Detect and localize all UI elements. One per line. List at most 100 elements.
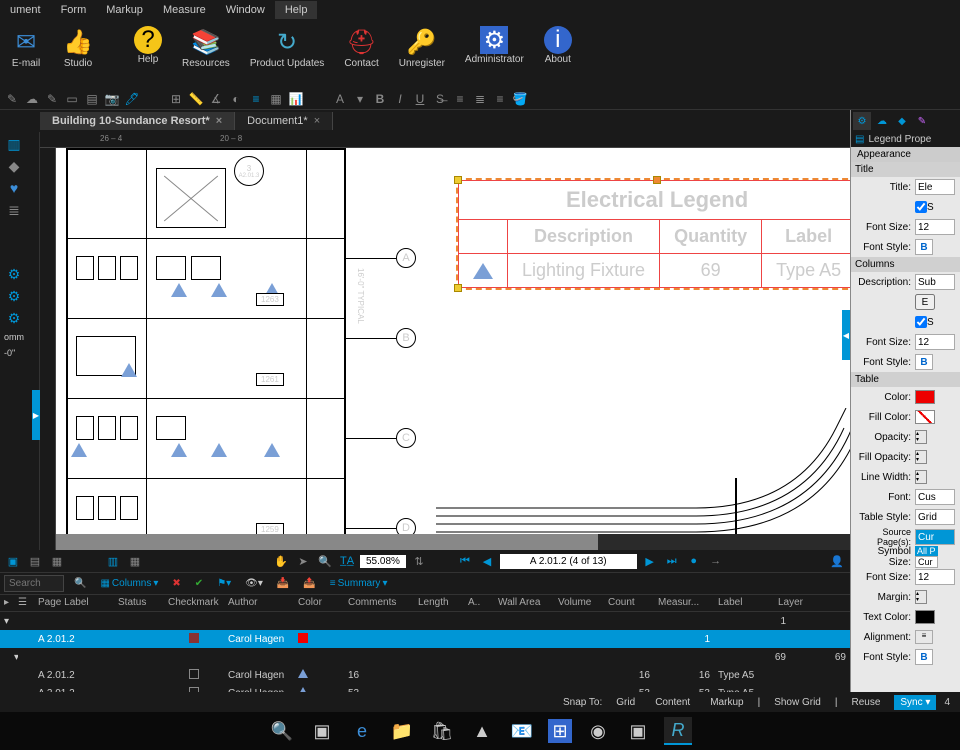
menu-measure[interactable]: Measure [153, 1, 216, 19]
pan-icon[interactable]: ✋ [272, 552, 290, 570]
user-icon[interactable]: 👤 [828, 552, 846, 570]
zoom-icon[interactable]: 🔍 [316, 552, 334, 570]
document-canvas[interactable]: 26 – 4 20 – 8 [40, 132, 960, 550]
checkbox-s2[interactable] [915, 314, 927, 330]
table-group-row[interactable]: ▾1 [0, 612, 960, 630]
ribbon-help[interactable]: ?Help [124, 24, 172, 67]
expand-handle[interactable]: ▶ [32, 390, 40, 440]
word-icon[interactable]: ⊞ [548, 719, 572, 743]
bold-button[interactable]: B [915, 649, 933, 665]
layer-icon[interactable]: ≣ [2, 200, 26, 220]
alignment-button[interactable]: ≡ [915, 630, 933, 644]
linewidth-stepper[interactable]: ▴▾ [915, 470, 927, 484]
tool-icon[interactable]: ▭ [64, 91, 80, 107]
thumbnail-icon[interactable]: ▥ [2, 134, 26, 154]
margin-stepper[interactable]: ▴▾ [915, 590, 927, 604]
next-view-icon[interactable]: → [707, 552, 725, 570]
snap-grid[interactable]: Grid [610, 695, 641, 710]
showgrid-button[interactable]: Show Grid [768, 695, 827, 710]
opacity-stepper[interactable]: ▴▾ [915, 430, 927, 444]
description-input[interactable] [915, 274, 955, 290]
zoom-value[interactable]: 55.08% [360, 555, 406, 568]
legend-table[interactable]: Electrical Legend Description Quantity L… [456, 178, 858, 290]
col-wallarea[interactable]: Wall Area [494, 595, 554, 611]
taskview-icon[interactable]: ▣ [308, 717, 336, 745]
menu-window[interactable]: Window [216, 1, 275, 19]
ribbon-resources[interactable]: 📚Resources [172, 24, 240, 71]
menu-markup[interactable]: Markup [96, 1, 153, 19]
ribbon-studio[interactable]: 👍Studio [52, 24, 104, 71]
tab-icon[interactable]: ▤ [26, 552, 44, 570]
zoom-stepper[interactable]: ⇅ [410, 552, 428, 570]
ribbon-admin[interactable]: ⚙Administrator [455, 24, 534, 67]
fontsize-input-2[interactable] [915, 334, 955, 350]
prev-view-icon[interactable]: ● [685, 552, 703, 570]
table-row[interactable]: A 2.01.2 Carol Hagen 1 [0, 630, 960, 648]
font-input[interactable] [915, 489, 955, 505]
col-color[interactable]: Color [294, 595, 344, 611]
horizontal-scrollbar[interactable] [56, 534, 960, 550]
prev-page-icon[interactable]: ◀ [478, 552, 496, 570]
tool-icon[interactable]: 📊 [288, 91, 304, 107]
columns-button[interactable]: ▦ Columns ▾ [96, 575, 162, 593]
store-icon[interactable]: 🛍 [428, 717, 456, 745]
check-icon[interactable]: ✔ [191, 575, 207, 593]
split-icon[interactable]: ▦ [126, 552, 144, 570]
tool-icon[interactable]: ☁ [24, 91, 40, 107]
col-author[interactable]: Author [224, 595, 294, 611]
eye-icon[interactable]: ◆ [893, 112, 911, 130]
checkbox-s[interactable] [915, 199, 927, 215]
col-pagelabel[interactable]: Page Label [34, 595, 114, 611]
tab-document1[interactable]: Document1*× [235, 112, 333, 130]
bold-icon[interactable]: B [372, 91, 388, 107]
fillopacity-stepper[interactable]: ▴▾ [915, 450, 927, 464]
close-icon[interactable]: × [216, 115, 222, 127]
tool-icon[interactable]: ✎ [44, 91, 60, 107]
font-color-icon[interactable]: A [332, 91, 348, 107]
tool-icon[interactable]: 📏 [188, 91, 204, 107]
ribbon-updates[interactable]: ↻Product Updates [240, 24, 335, 71]
page-field[interactable]: A 2.01.2 (4 of 13) [500, 554, 637, 569]
bookmark-icon[interactable]: ◆ [2, 156, 26, 176]
explorer-icon[interactable]: 📁 [388, 717, 416, 745]
bold-button[interactable]: B [915, 239, 933, 255]
gear-icon[interactable]: ⚙ [2, 308, 26, 328]
summary-button[interactable]: ≡ Summary ▾ [326, 575, 392, 593]
edge-icon[interactable]: e [348, 717, 376, 745]
fontsize-input[interactable] [915, 219, 955, 235]
export-icon[interactable]: 📤 [299, 575, 319, 593]
ribbon-email[interactable]: ✉E-mail [0, 24, 52, 71]
tool-icon[interactable]: 📷 [104, 91, 120, 107]
col-layer[interactable]: Layer [774, 595, 824, 611]
fontsize-input-3[interactable] [915, 569, 955, 585]
search-input[interactable] [4, 575, 64, 592]
ribbon-unregister[interactable]: 🔑Unregister [389, 24, 455, 71]
col-checkmark[interactable]: Checkmark [164, 595, 224, 611]
outlook-icon[interactable]: 📧 [508, 717, 536, 745]
close-icon[interactable]: × [314, 115, 320, 127]
tool-icon[interactable]: ∡ [208, 91, 224, 107]
tool-icon[interactable]: ✎ [4, 91, 20, 107]
bold-button[interactable]: B [915, 354, 933, 370]
fillcolor-swatch[interactable] [915, 410, 935, 424]
search-icon[interactable]: 🔍 [70, 575, 90, 593]
pen-icon[interactable]: ✎ [913, 112, 931, 130]
last-page-icon[interactable]: ⏭ [663, 552, 681, 570]
gear-icon[interactable]: ⚙ [2, 264, 26, 284]
font-dropdown[interactable]: ▾ [352, 91, 368, 107]
strike-icon[interactable]: S̶ [432, 91, 448, 107]
cloud-icon[interactable]: ☁ [873, 112, 891, 130]
chrome-icon[interactable]: ◉ [584, 717, 612, 745]
tool-icon[interactable]: ▦ [268, 91, 284, 107]
align-left-icon[interactable]: ≡ [452, 91, 468, 107]
expand-icon[interactable]: ▸ [0, 595, 14, 611]
ribbon-contact[interactable]: ⛑Contact [334, 24, 388, 71]
search-icon[interactable]: 🔍 [268, 717, 296, 745]
revu-icon[interactable]: R [664, 717, 692, 745]
italic-icon[interactable]: I [392, 91, 408, 107]
table-group-row[interactable]: ▾ 69 69 [0, 648, 960, 666]
first-page-icon[interactable]: ⏮ [456, 552, 474, 570]
title-input[interactable] [915, 179, 955, 195]
col-volume[interactable]: Volume [554, 595, 604, 611]
app-icon[interactable]: ▣ [624, 717, 652, 745]
